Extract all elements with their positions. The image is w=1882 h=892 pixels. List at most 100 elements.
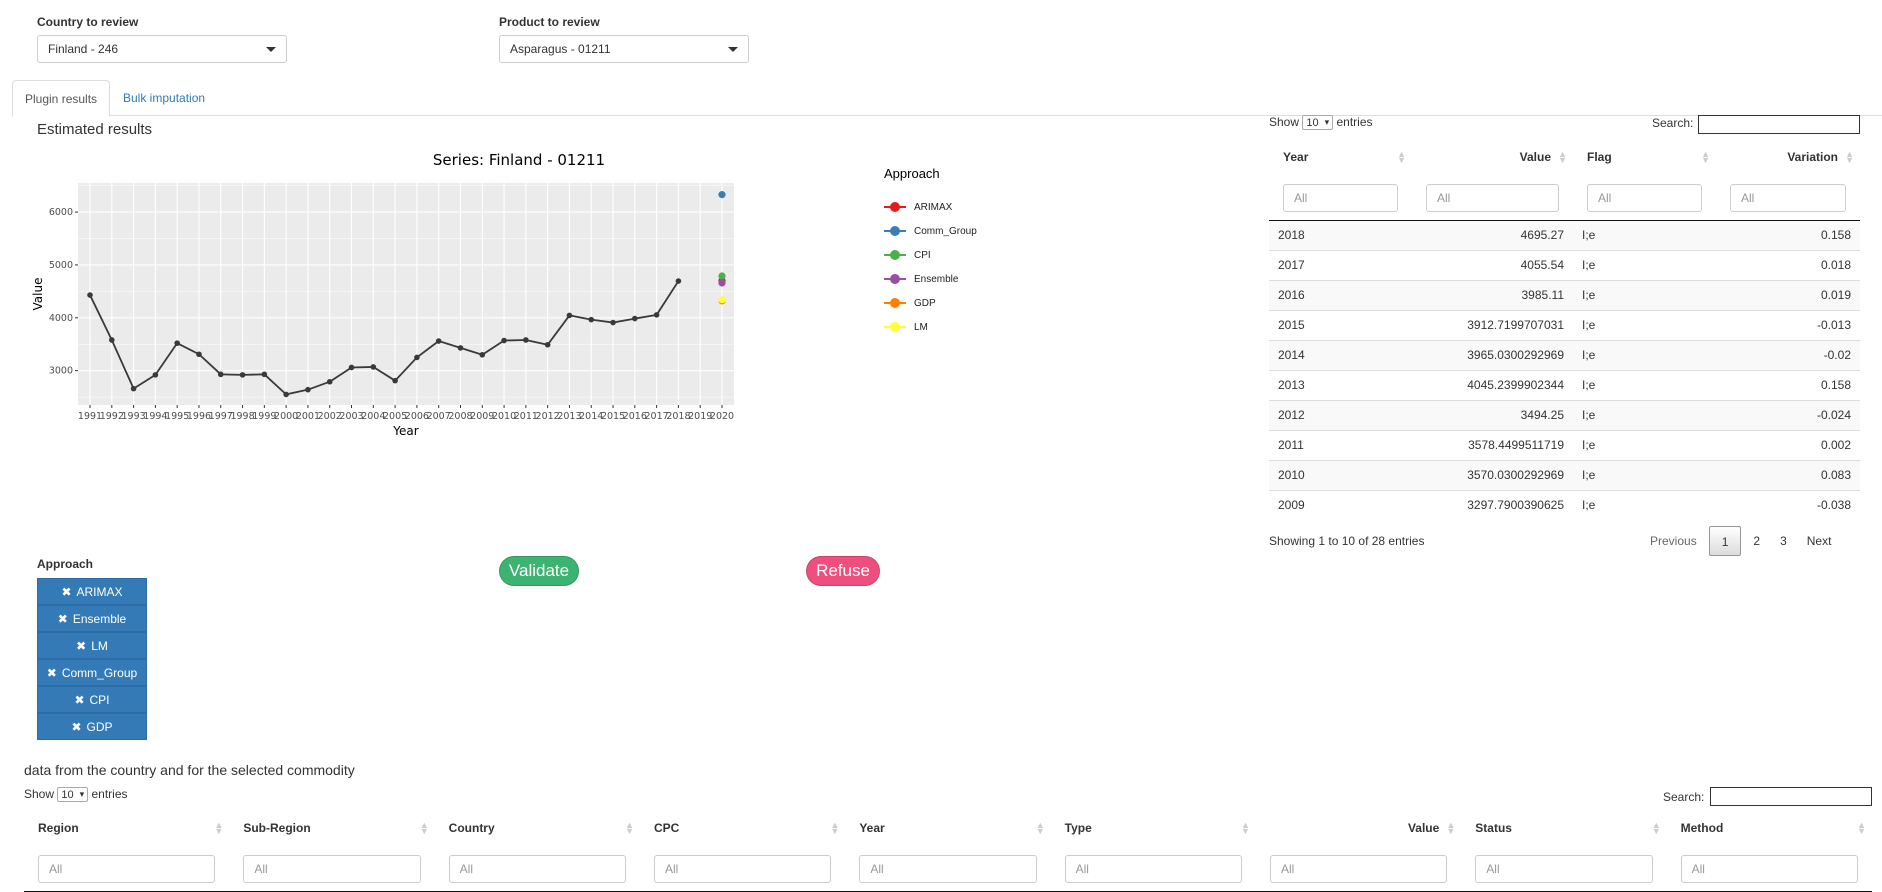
column-header-year[interactable]: Year ▲ ▼ xyxy=(845,809,1050,847)
x-tick-label: 1994 xyxy=(143,411,167,422)
y-axis-label: Value xyxy=(31,278,45,311)
filter-input-region[interactable]: All xyxy=(38,854,216,883)
tab-bulk-imputation[interactable]: Bulk imputation xyxy=(111,80,217,116)
series-point xyxy=(108,337,115,343)
cell-variation: 0.158 xyxy=(1716,219,1860,250)
series-point xyxy=(370,364,377,370)
column-header-status[interactable]: Status ▲ ▼ xyxy=(1461,809,1666,847)
close-icon: ✖ xyxy=(71,719,82,734)
pagination-page-2[interactable]: 2 xyxy=(1743,526,1770,556)
table-row[interactable]: 2018 4695.27 I;e 0.158 xyxy=(1269,219,1860,250)
pagination-page-3[interactable]: 3 xyxy=(1770,526,1797,556)
cell-value: 3494.25 xyxy=(1412,399,1573,430)
x-tick-label: 1991 xyxy=(78,411,102,422)
approach-button-ensemble[interactable]: ✖ Ensemble xyxy=(37,605,147,632)
series-point xyxy=(435,338,442,344)
results-search-input[interactable] xyxy=(1698,115,1860,134)
cell-value: 4695.27 xyxy=(1412,219,1573,250)
pagination-previous[interactable]: Previous xyxy=(1640,526,1707,556)
filter-input-status[interactable]: All xyxy=(1475,854,1653,883)
column-header-flag[interactable]: Flag ▲ ▼ xyxy=(1573,138,1716,176)
filter-input-variation[interactable]: All xyxy=(1730,183,1846,212)
validate-button[interactable]: Validate xyxy=(499,556,579,586)
y-tick-label: 6000 xyxy=(49,207,73,218)
legend-key xyxy=(884,226,906,236)
results-length-control: Show 10 ▾ entries xyxy=(1269,115,1373,131)
plot-panel xyxy=(78,183,734,405)
pagination-next[interactable]: Next xyxy=(1797,526,1842,556)
results-table: Year ▲ ▼ Value ▲ ▼ Flag ▲ ▼ Variation ▲ ▼ All All All A… xyxy=(1269,138,1860,520)
column-header-value[interactable]: Value ▲ ▼ xyxy=(1412,138,1573,176)
country-search-input[interactable] xyxy=(1710,787,1872,806)
filter-input-year[interactable]: All xyxy=(859,854,1037,883)
pagination-page-1[interactable]: 1 xyxy=(1708,526,1742,556)
approach-button-comm-group[interactable]: ✖ Comm_Group xyxy=(37,659,147,686)
filter-input-sub-region[interactable]: All xyxy=(243,854,421,883)
legend-label: ARIMAX xyxy=(914,201,953,213)
filter-input-flag[interactable]: All xyxy=(1587,183,1702,212)
filter-input-value[interactable]: All xyxy=(1269,854,1448,883)
x-tick-label: 2012 xyxy=(536,411,560,422)
column-header-method[interactable]: Method ▲ ▼ xyxy=(1667,809,1872,847)
filter-row: All All All All All All All All All xyxy=(24,847,1872,892)
x-tick-label: 1999 xyxy=(252,411,276,422)
close-icon: ✖ xyxy=(46,665,57,680)
table-row[interactable]: 2010 3570.0300292969 I;e 0.083 xyxy=(1269,459,1860,490)
legend-label: Ensemble xyxy=(914,273,959,285)
column-header-region[interactable]: Region ▲ ▼ xyxy=(24,809,229,847)
column-header-sub-region[interactable]: Sub-Region ▲ ▼ xyxy=(229,809,434,847)
filter-input-value[interactable]: All xyxy=(1426,183,1559,212)
approach-point-ensemble xyxy=(718,279,726,287)
table-row[interactable]: 2016 3985.11 I;e 0.019 xyxy=(1269,279,1860,310)
entries-length-select[interactable]: 10 ▾ xyxy=(1302,115,1334,131)
cell-year: 2013 xyxy=(1269,369,1412,400)
table-row[interactable]: 2012 3494.25 I;e -0.024 xyxy=(1269,399,1860,430)
x-tick-label: 2010 xyxy=(492,411,516,422)
cell-value: 3912.7199707031 xyxy=(1412,309,1573,340)
series-point xyxy=(653,312,660,318)
table-row[interactable]: 2009 3297.7900390625 I;e -0.038 xyxy=(1269,489,1860,520)
table-row[interactable]: 2017 4055.54 I;e 0.018 xyxy=(1269,249,1860,280)
approach-button-lm[interactable]: ✖ LM xyxy=(37,632,147,659)
column-header-year[interactable]: Year ▲ ▼ xyxy=(1269,138,1412,176)
table-row[interactable]: 2015 3912.7199707031 I;e -0.013 xyxy=(1269,309,1860,340)
filter-input-country[interactable]: All xyxy=(448,854,626,883)
cell-value: 3570.0300292969 xyxy=(1412,459,1573,490)
column-header-country[interactable]: Country ▲ ▼ xyxy=(435,809,640,847)
approach-button-cpi[interactable]: ✖ CPI xyxy=(37,686,147,713)
x-tick-label: 2002 xyxy=(318,411,342,422)
approach-button-gdp[interactable]: ✖ GDP xyxy=(37,713,147,740)
column-header-type[interactable]: Type ▲ ▼ xyxy=(1051,809,1256,847)
column-header-cpc[interactable]: CPC ▲ ▼ xyxy=(640,809,845,847)
refuse-button[interactable]: Refuse xyxy=(806,556,880,586)
column-header-label: Value xyxy=(1407,821,1440,835)
legend-item-ensemble: Ensemble xyxy=(884,267,1014,291)
sort-icon: ▲ ▼ xyxy=(1857,820,1866,836)
x-tick-label: 1992 xyxy=(100,411,124,422)
product-select[interactable]: Asparagus - 01211 xyxy=(499,35,749,63)
y-tick-label: 3000 xyxy=(49,366,73,377)
approach-button-arimax[interactable]: ✖ ARIMAX xyxy=(37,578,147,605)
filter-input-type[interactable]: All xyxy=(1064,854,1242,883)
filter-input-method[interactable]: All xyxy=(1680,854,1858,883)
table-row[interactable]: 2014 3965.0300292969 I;e -0.02 xyxy=(1269,339,1860,370)
x-tick-label: 2009 xyxy=(470,411,494,422)
legend-label: LM xyxy=(914,321,928,333)
column-header-label: Value xyxy=(1519,150,1551,164)
tab-plugin-results[interactable]: Plugin results xyxy=(12,80,111,117)
sort-icon: ▲ ▼ xyxy=(1035,820,1045,836)
sort-icon: ▲ ▼ xyxy=(1397,149,1406,165)
x-tick-label: 2007 xyxy=(427,411,451,422)
entries-length-select[interactable]: 10 ▾ xyxy=(57,787,89,803)
country-select[interactable]: Finland - 246 xyxy=(37,35,287,63)
filter-input-cpc[interactable]: All xyxy=(653,854,832,883)
approach-label: Approach xyxy=(37,557,94,571)
legend-item-gdp: GDP xyxy=(884,291,1014,315)
legend-key xyxy=(884,274,906,284)
filter-input-year[interactable]: All xyxy=(1283,183,1398,212)
column-header-variation[interactable]: Variation ▲ ▼ xyxy=(1716,138,1860,176)
column-header-value[interactable]: Value ▲ ▼ xyxy=(1256,809,1461,847)
table-row[interactable]: 2013 4045.2399902344 I;e 0.158 xyxy=(1269,369,1860,400)
table-row[interactable]: 2011 3578.4499511719 I;e 0.002 xyxy=(1269,429,1860,460)
country-data-title: data from the country and for the select… xyxy=(24,762,355,778)
